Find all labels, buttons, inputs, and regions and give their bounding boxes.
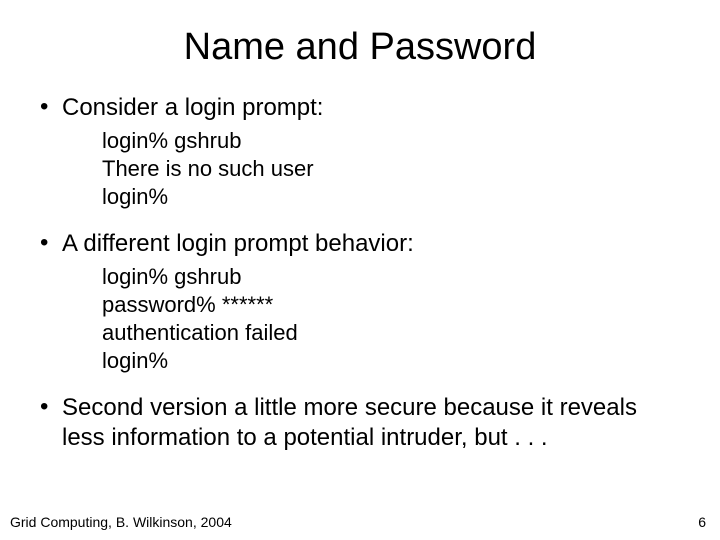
bullet-text: Second version a little more secure beca…	[62, 393, 684, 453]
bullet-text: Consider a login prompt:	[62, 93, 684, 123]
example-line: login% gshrub	[102, 127, 684, 155]
page-number: 6	[698, 514, 706, 530]
bullet-item: Second version a little more secure beca…	[36, 393, 684, 453]
example-block: login% gshrub There is no such user logi…	[102, 127, 684, 211]
slide: Name and Password Consider a login promp…	[0, 0, 720, 540]
bullet-item: A different login prompt behavior: login…	[36, 229, 684, 375]
example-line: password% ******	[102, 291, 684, 319]
example-line: authentication failed	[102, 319, 684, 347]
bullet-item: Consider a login prompt: login% gshrub T…	[36, 93, 684, 211]
footer-source: Grid Computing, B. Wilkinson, 2004	[10, 514, 232, 530]
example-line: login% gshrub	[102, 263, 684, 291]
example-line: login%	[102, 347, 684, 375]
bullet-list: Consider a login prompt: login% gshrub T…	[36, 93, 684, 453]
example-line: login%	[102, 183, 684, 211]
example-line: There is no such user	[102, 155, 684, 183]
example-block: login% gshrub password% ****** authentic…	[102, 263, 684, 375]
bullet-text: A different login prompt behavior:	[62, 229, 684, 259]
page-title: Name and Password	[36, 26, 684, 69]
